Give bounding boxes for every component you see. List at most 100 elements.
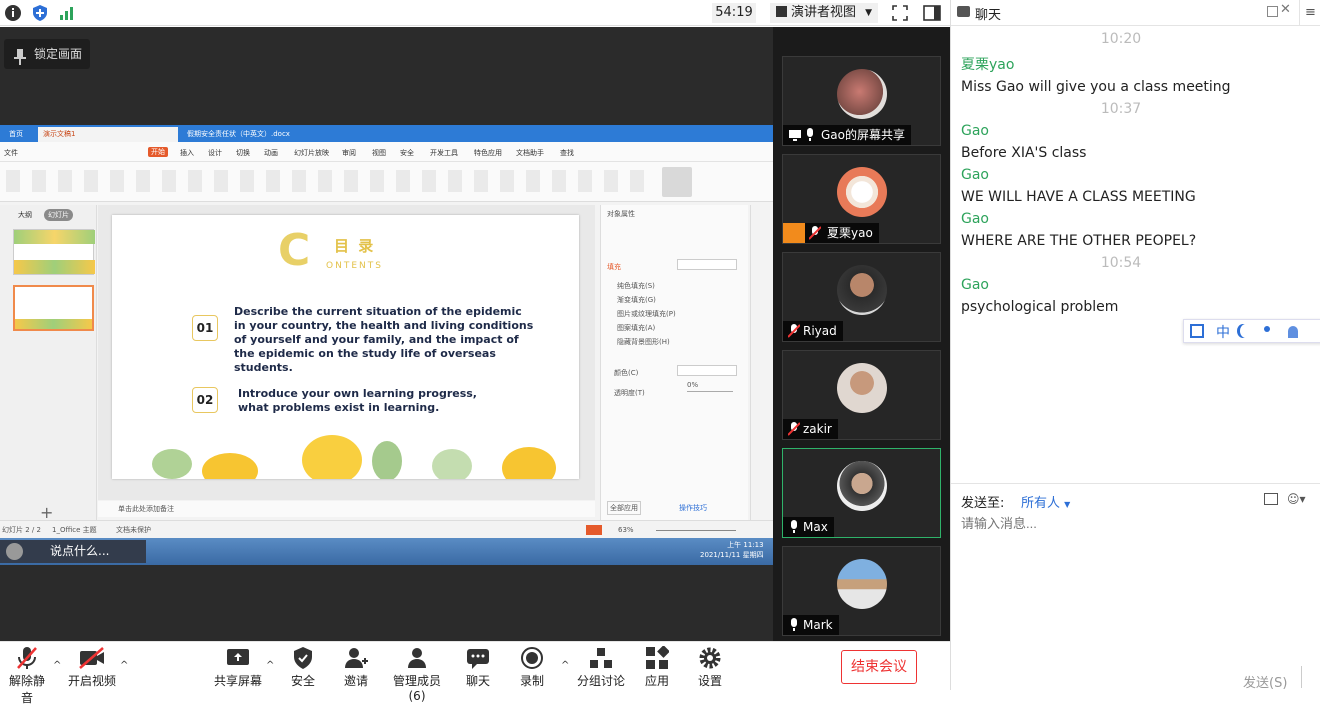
- participant-tile[interactable]: Gao的屏幕共享: [782, 56, 941, 146]
- menu-review[interactable]: 审阅: [342, 148, 356, 158]
- tab-home[interactable]: 首页: [4, 127, 36, 142]
- menu-doc-assistant[interactable]: 文档助手: [516, 148, 544, 158]
- slide-thumbnail-2[interactable]: [13, 285, 94, 331]
- menu-security[interactable]: 安全: [400, 148, 414, 158]
- chat-icon: [957, 6, 970, 17]
- chat-panel: 聊天 ✕ ≡ 10:20 夏栗yao Miss Gao will give yo…: [950, 0, 1320, 691]
- menu-find[interactable]: 查找: [560, 148, 574, 158]
- ribbon-tools[interactable]: [6, 170, 646, 192]
- recipient-dropdown[interactable]: 所有人 ▼: [1021, 492, 1070, 511]
- audio-options-chevron-icon[interactable]: ^: [53, 660, 61, 671]
- video-options-chevron-icon[interactable]: ^: [120, 660, 128, 671]
- settings-button[interactable]: 设置: [691, 646, 729, 689]
- ime-mode-icon[interactable]: [1190, 324, 1204, 338]
- menu-animation[interactable]: 动画: [264, 148, 278, 158]
- fill-option[interactable]: 图片或纹理填充(P): [617, 309, 676, 319]
- chat-sender: Gao: [961, 167, 989, 183]
- signal-icon[interactable]: [58, 4, 76, 22]
- punctuation-icon[interactable]: [1264, 326, 1270, 332]
- moon-icon[interactable]: [1240, 324, 1252, 338]
- slide-thumbnail-1[interactable]: [13, 229, 95, 275]
- notes-field[interactable]: 单击此处添加备注: [98, 501, 595, 517]
- transparency-slider[interactable]: [687, 391, 733, 392]
- props-title: 对象属性: [607, 210, 635, 218]
- participant-tile[interactable]: Riyad: [782, 252, 941, 342]
- participant-name: Max: [803, 520, 828, 534]
- start-video-button[interactable]: 开启视频: [66, 646, 118, 689]
- slide-heading: 目 录: [334, 237, 376, 255]
- participant-name-bar: zakir: [783, 419, 838, 439]
- apps-button[interactable]: 应用: [638, 646, 676, 689]
- menu-features[interactable]: 特色应用: [474, 148, 502, 158]
- participant-tile[interactable]: Max: [782, 448, 941, 538]
- fill-option[interactable]: 渐变填充(G): [617, 295, 656, 305]
- fill-option[interactable]: 纯色填充(S): [617, 281, 655, 291]
- chat-button[interactable]: 聊天: [459, 646, 497, 689]
- menu-home[interactable]: 开始: [148, 147, 168, 157]
- doc-assistant-button[interactable]: [662, 167, 692, 197]
- slides-tab[interactable]: 幻灯片: [44, 209, 73, 221]
- chat-message: Before XIA'S class: [961, 145, 1087, 161]
- zoom-slider[interactable]: [656, 530, 736, 531]
- menu-icon[interactable]: ≡: [1299, 0, 1320, 26]
- slide-count: 幻灯片 2 / 2: [2, 526, 41, 534]
- pin-icon: [14, 46, 26, 76]
- record-options-chevron-icon[interactable]: ^: [561, 660, 569, 671]
- ime-language-label[interactable]: 中: [1216, 322, 1230, 342]
- close-icon[interactable]: ✕: [1280, 2, 1291, 17]
- image-icon[interactable]: [1264, 493, 1278, 505]
- sidebar-icon[interactable]: [922, 3, 942, 23]
- send-to-label: 发送至:: [961, 496, 1005, 511]
- participant-tile[interactable]: zakir: [782, 350, 941, 440]
- shared-presentation-window: 首页 演示文稿1 假期安全责任状（中英文）.docx 文件 开始 插入 设计 切…: [0, 125, 773, 565]
- app-right-toolbar[interactable]: [750, 205, 773, 535]
- menu-slideshow[interactable]: 幻灯片放映: [294, 148, 329, 158]
- tips-link[interactable]: 操作技巧: [679, 503, 707, 513]
- menu-design[interactable]: 设计: [208, 148, 222, 158]
- user-settings-icon[interactable]: ☺▾: [1287, 492, 1306, 506]
- play-button[interactable]: [586, 525, 602, 535]
- send-button[interactable]: 发送(S): [1243, 672, 1287, 691]
- unmute-button[interactable]: 解除静音: [4, 646, 50, 706]
- fill-dropdown[interactable]: [677, 259, 737, 270]
- outline-tab[interactable]: 大纲: [18, 210, 32, 220]
- danmaku-input[interactable]: 说点什么...: [0, 540, 146, 563]
- slide-flower-decoration: [112, 435, 579, 479]
- participant-tile[interactable]: Mark: [782, 546, 941, 636]
- user-icon[interactable]: [1288, 326, 1298, 338]
- tab-document[interactable]: 假期安全责任状（中英文）.docx: [182, 127, 322, 142]
- info-icon[interactable]: [4, 4, 22, 22]
- fill-option[interactable]: 图案填充(A): [617, 323, 655, 333]
- add-user-icon: [345, 648, 368, 668]
- menu-view[interactable]: 视图: [372, 148, 386, 158]
- chat-timestamp: 10:37: [1100, 101, 1142, 117]
- presenter-view-button[interactable]: 演讲者视图 ▼: [770, 3, 878, 23]
- share-options-chevron-icon[interactable]: ^: [266, 660, 274, 671]
- security-button[interactable]: 安全: [284, 646, 322, 689]
- color-dropdown[interactable]: [677, 365, 737, 376]
- end-meeting-button[interactable]: 结束会议: [841, 650, 917, 684]
- meeting-timer: 54:19: [712, 3, 756, 23]
- menu-insert[interactable]: 插入: [180, 148, 194, 158]
- lock-screen-button[interactable]: 锁定画面: [4, 39, 90, 69]
- menu-file[interactable]: 文件: [4, 148, 18, 158]
- ime-toolbar[interactable]: 中: [1183, 319, 1320, 343]
- shield-icon[interactable]: [31, 4, 49, 22]
- share-screen-button[interactable]: 共享屏幕: [212, 646, 264, 689]
- record-button[interactable]: 录制: [513, 646, 551, 689]
- invite-button[interactable]: 邀请: [337, 646, 375, 689]
- manage-members-button[interactable]: 管理成员(6): [386, 646, 448, 703]
- participant-name: Riyad: [803, 324, 837, 338]
- tab-presentation[interactable]: 演示文稿1: [38, 127, 178, 142]
- menu-transition[interactable]: 切换: [236, 148, 250, 158]
- apply-all-button[interactable]: 全部应用: [607, 501, 641, 515]
- menu-devtools[interactable]: 开发工具: [430, 148, 458, 158]
- participant-name: 夏栗yao: [827, 226, 873, 240]
- fill-option[interactable]: 隐藏背景图形(H): [617, 337, 670, 347]
- participant-tile[interactable]: 夏栗yao: [782, 154, 941, 244]
- popout-icon[interactable]: [1267, 6, 1278, 17]
- chat-message-input[interactable]: [961, 516, 1261, 531]
- breakout-button[interactable]: 分组讨论: [576, 646, 626, 689]
- fullscreen-icon[interactable]: [890, 3, 910, 23]
- mic-icon: [788, 618, 800, 638]
